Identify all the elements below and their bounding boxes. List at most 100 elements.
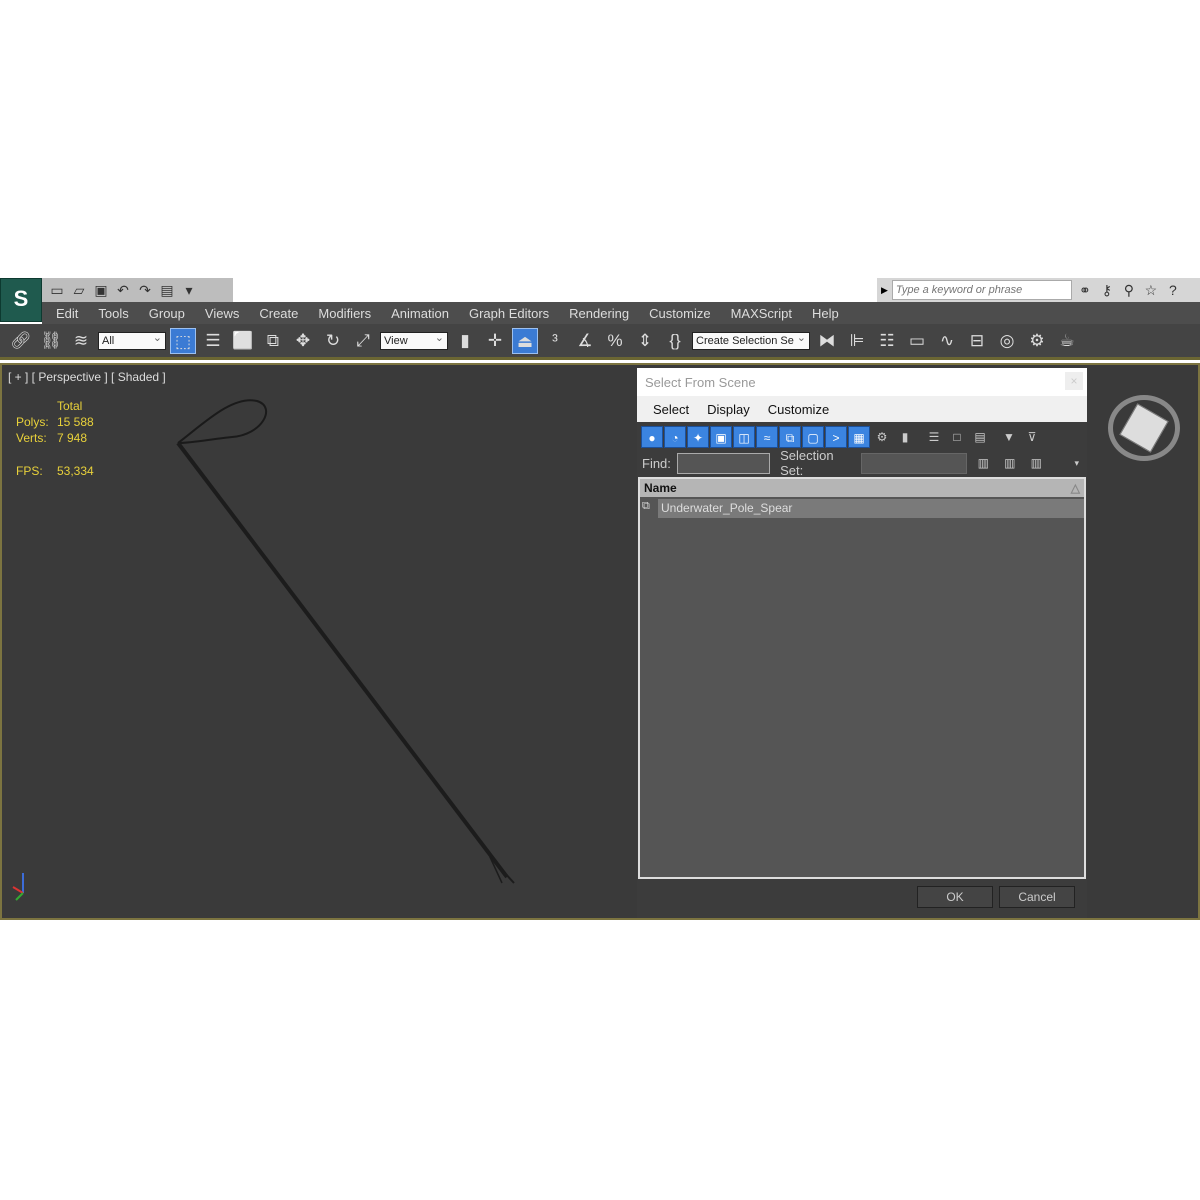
- save-icon[interactable]: ▣: [92, 282, 110, 298]
- render-setup-icon[interactable]: ⚙: [1024, 328, 1050, 354]
- geometry-filter-icon[interactable]: ●: [641, 426, 663, 448]
- schematic-view-icon[interactable]: ⊟: [964, 328, 990, 354]
- column-name-label: Name: [644, 481, 677, 495]
- select-invert-icon[interactable]: ▤: [969, 426, 991, 448]
- object-list: Name △ ⧉ Underwater_Pole_Spear: [638, 477, 1086, 879]
- menu-customize[interactable]: Customize: [639, 306, 720, 321]
- scene-explorer-icon[interactable]: ▭: [904, 328, 930, 354]
- move-icon[interactable]: ✥: [290, 328, 316, 354]
- dialog-title: Select From Scene: [637, 368, 1087, 396]
- bind-space-warp-icon[interactable]: ≋: [68, 328, 94, 354]
- satellite-icon[interactable]: ⚲: [1120, 282, 1138, 298]
- shapes-filter-icon[interactable]: ◔: [664, 426, 686, 448]
- select-object-icon[interactable]: ⬚: [170, 327, 196, 354]
- menu-graph-editors[interactable]: Graph Editors: [459, 306, 559, 321]
- project-icon[interactable]: ▤: [158, 282, 176, 298]
- rotate-icon[interactable]: ↻: [320, 328, 346, 354]
- layer-manager-icon[interactable]: ☷: [874, 328, 900, 354]
- key-icon[interactable]: ⚷: [1098, 282, 1116, 298]
- cancel-button[interactable]: Cancel: [999, 886, 1075, 908]
- snap-toggle-icon[interactable]: ³: [542, 328, 568, 354]
- menu-bar: Edit Tools Group Views Create Modifiers …: [42, 302, 1200, 324]
- expand-icon[interactable]: ▶: [881, 285, 888, 296]
- binoculars-icon[interactable]: ⚭: [1076, 282, 1094, 298]
- angle-snap-icon[interactable]: ∡: [572, 328, 598, 354]
- help-icon[interactable]: ?: [1164, 282, 1182, 298]
- edit-named-selection-icon[interactable]: {}: [662, 328, 688, 354]
- find-input[interactable]: [676, 452, 771, 474]
- frozen-filter-icon[interactable]: ⚙: [871, 426, 893, 448]
- app-logo: S: [13, 286, 29, 311]
- find-row: Find: Selection Set: ▥ ▥ ▥ ▾: [637, 448, 1087, 478]
- bones-filter-icon[interactable]: >: [825, 426, 847, 448]
- search-input[interactable]: [891, 280, 1072, 300]
- link-icon[interactable]: 🔗︎: [8, 328, 34, 354]
- rectangle-selection-icon[interactable]: ⬜: [230, 328, 256, 354]
- containers-filter-icon[interactable]: ▦: [848, 426, 870, 448]
- menu-modifiers[interactable]: Modifiers: [308, 306, 381, 321]
- menu-create[interactable]: Create: [249, 306, 308, 321]
- xrefs-filter-icon[interactable]: ▢: [802, 426, 824, 448]
- sort-icon: △: [1070, 481, 1080, 495]
- menu-group[interactable]: Group: [139, 306, 195, 321]
- open-folder-icon[interactable]: ▱: [70, 282, 88, 298]
- select-manipulate-icon[interactable]: ✛: [482, 328, 508, 354]
- dialog-menu-bar: Select Display Customize: [637, 396, 1087, 422]
- menu-tools[interactable]: Tools: [88, 306, 138, 321]
- close-icon[interactable]: ×: [1065, 372, 1083, 390]
- named-selection-dropdown[interactable]: Create Selection Se: [692, 330, 810, 350]
- selection-set-dropdown[interactable]: [860, 452, 968, 474]
- filter-icon[interactable]: ▼: [998, 426, 1020, 448]
- menu-views[interactable]: Views: [195, 306, 249, 321]
- column-header-name[interactable]: Name △: [640, 479, 1084, 497]
- select-set-icon[interactable]: ▥: [973, 452, 993, 474]
- dialog-menu-select[interactable]: Select: [644, 402, 698, 417]
- window-crossing-icon[interactable]: ⧉: [260, 328, 286, 354]
- cameras-filter-icon[interactable]: ▣: [710, 426, 732, 448]
- advanced-filter-icon[interactable]: ⊽: [1021, 426, 1043, 448]
- pivot-center-icon[interactable]: ▮: [452, 328, 478, 354]
- selection-filter-dropdown[interactable]: All: [98, 330, 166, 350]
- main-toolbar: 🔗︎ ⛓ ≋ All ⬚ ☰ ⬜ ⧉ ✥ ↻ ⤢ View ▮ ✛ ⏏ ³ ∡ …: [0, 324, 1200, 360]
- keyboard-shortcut-override-icon[interactable]: ⏏: [512, 327, 538, 354]
- scale-icon[interactable]: ⤢: [350, 328, 376, 354]
- space-warps-filter-icon[interactable]: ≈: [756, 426, 778, 448]
- spinner-snap-icon[interactable]: ⇕: [632, 328, 658, 354]
- mirror-icon[interactable]: ⧓: [814, 328, 840, 354]
- new-file-icon[interactable]: ▭: [48, 282, 66, 298]
- menu-rendering[interactable]: Rendering: [559, 306, 639, 321]
- viewcube[interactable]: [1108, 395, 1180, 461]
- dropdown-icon[interactable]: ▾: [180, 282, 198, 298]
- render-icon[interactable]: ☕︎: [1054, 328, 1080, 354]
- menu-maxscript[interactable]: MAXScript: [721, 306, 802, 321]
- star-icon[interactable]: ☆: [1142, 282, 1160, 298]
- hidden-filter-icon[interactable]: ▮: [894, 426, 916, 448]
- dialog-menu-display[interactable]: Display: [698, 402, 759, 417]
- curve-editor-icon[interactable]: ∿: [934, 328, 960, 354]
- undo-icon[interactable]: ↶: [114, 282, 132, 298]
- unlink-icon[interactable]: ⛓: [38, 328, 64, 354]
- menu-edit[interactable]: Edit: [42, 306, 88, 321]
- app-menu-button[interactable]: S: [0, 278, 42, 322]
- menu-help[interactable]: Help: [802, 306, 849, 321]
- remove-from-set-icon[interactable]: ▥: [1026, 452, 1046, 474]
- list-item[interactable]: Underwater_Pole_Spear: [658, 499, 1084, 518]
- ok-button[interactable]: OK: [917, 886, 993, 908]
- select-from-scene-dialog: Select From Scene × Select Display Custo…: [637, 368, 1087, 918]
- groups-filter-icon[interactable]: ⧉: [779, 426, 801, 448]
- lights-filter-icon[interactable]: ✦: [687, 426, 709, 448]
- align-icon[interactable]: ⊫: [844, 328, 870, 354]
- reference-coordinate-dropdown[interactable]: View: [380, 330, 448, 350]
- selection-set-label: Selection Set:: [780, 448, 834, 478]
- select-none-icon[interactable]: □: [946, 426, 968, 448]
- menu-animation[interactable]: Animation: [381, 306, 459, 321]
- helpers-filter-icon[interactable]: ◫: [733, 426, 755, 448]
- select-all-icon[interactable]: ☰: [923, 426, 945, 448]
- redo-icon[interactable]: ↷: [136, 282, 154, 298]
- material-editor-icon[interactable]: ◎: [994, 328, 1020, 354]
- dialog-menu-customize[interactable]: Customize: [759, 402, 838, 417]
- options-dropdown-icon[interactable]: ▾: [1067, 452, 1087, 474]
- percent-snap-icon[interactable]: %: [602, 328, 628, 354]
- select-by-name-icon[interactable]: ☰: [200, 328, 226, 354]
- add-to-set-icon[interactable]: ▥: [1000, 452, 1020, 474]
